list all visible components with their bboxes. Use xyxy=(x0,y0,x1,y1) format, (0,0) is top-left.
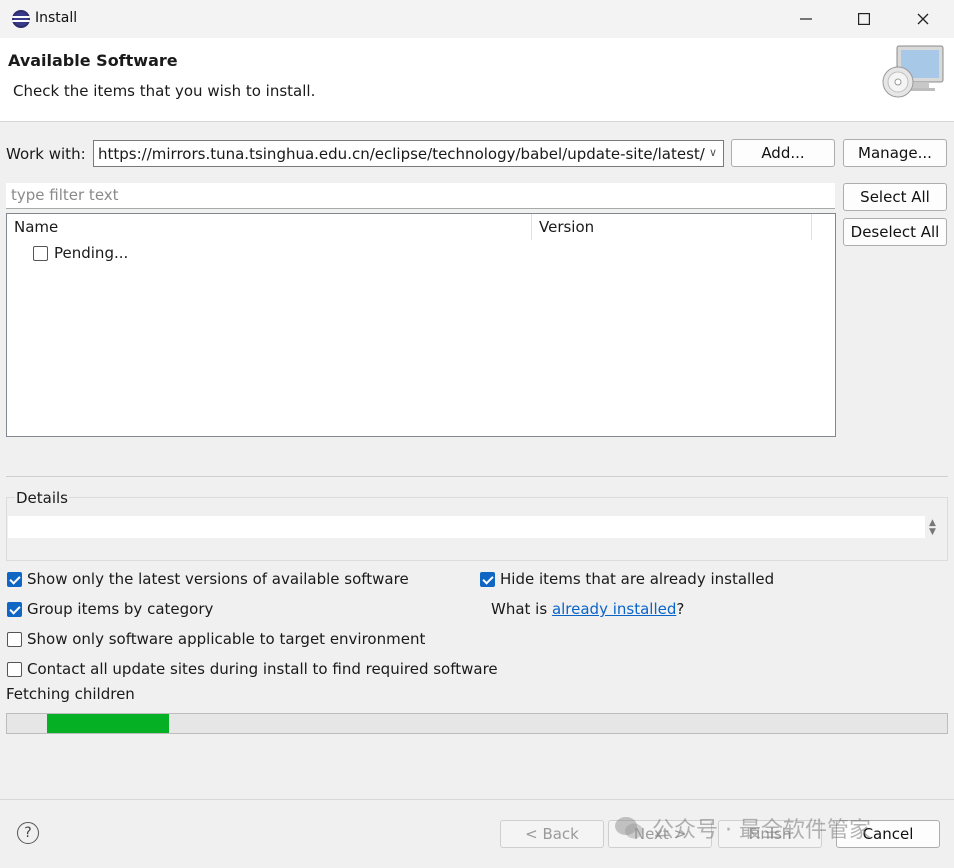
add-site-button[interactable]: Add... xyxy=(731,139,835,167)
already-installed-link[interactable]: already installed xyxy=(552,600,676,618)
checkbox-checked[interactable] xyxy=(480,571,495,587)
window-title: Install xyxy=(35,10,78,26)
filter-input[interactable]: type filter text xyxy=(6,183,835,209)
what-is-prefix: What is xyxy=(491,600,552,618)
page-title: Available Software xyxy=(8,51,178,70)
details-label: Details xyxy=(15,489,70,507)
option-group-by-category[interactable]: Group items by category xyxy=(7,600,213,618)
row-name: Pending... xyxy=(54,244,129,262)
software-tree[interactable]: Name Version Pending... xyxy=(6,213,836,437)
manage-sites-button[interactable]: Manage... xyxy=(843,139,947,167)
checkbox-checked[interactable] xyxy=(7,601,22,617)
what-is-installed: What is already installed? xyxy=(491,600,684,618)
eclipse-icon xyxy=(12,10,30,28)
help-icon[interactable]: ? xyxy=(17,822,39,844)
finish-button[interactable]: Finish xyxy=(718,820,822,848)
column-header-version[interactable]: Version xyxy=(532,214,812,240)
row-checkbox[interactable] xyxy=(33,245,48,261)
scroll-arrows-icon[interactable]: ▲ ▼ xyxy=(929,519,936,537)
page-subtitle: Check the items that you wish to install… xyxy=(13,82,316,100)
option-label: Show only the latest versions of availab… xyxy=(27,570,409,588)
option-contact-update-sites[interactable]: Contact all update sites during install … xyxy=(7,660,498,678)
what-is-suffix: ? xyxy=(676,600,685,618)
option-label: Show only software applicable to target … xyxy=(27,630,426,648)
work-with-label: Work with: xyxy=(6,145,86,163)
work-with-combo[interactable]: https://mirrors.tuna.tsinghua.edu.cn/ecl… xyxy=(93,140,724,167)
cancel-button[interactable]: Cancel xyxy=(836,820,940,848)
details-text xyxy=(8,516,925,538)
chevron-down-icon[interactable]: ∨ xyxy=(709,146,717,159)
footer-divider xyxy=(0,799,954,800)
option-hide-installed[interactable]: Hide items that are already installed xyxy=(480,570,774,588)
option-label: Hide items that are already installed xyxy=(500,570,775,588)
option-label: Group items by category xyxy=(27,600,214,618)
status-text: Fetching children xyxy=(6,685,135,703)
option-target-environment[interactable]: Show only software applicable to target … xyxy=(7,630,425,648)
progress-bar xyxy=(6,713,948,734)
option-latest-versions[interactable]: Show only the latest versions of availab… xyxy=(7,570,409,588)
divider xyxy=(6,476,948,477)
next-button[interactable]: Next > xyxy=(608,820,712,848)
minimize-icon[interactable] xyxy=(777,0,835,38)
checkbox-unchecked[interactable] xyxy=(7,631,22,647)
column-header-name[interactable]: Name xyxy=(7,214,532,240)
option-label: Contact all update sites during install … xyxy=(27,660,498,678)
maximize-icon[interactable] xyxy=(835,0,893,38)
table-row[interactable]: Pending... xyxy=(33,244,128,262)
close-icon[interactable] xyxy=(894,0,952,38)
checkbox-checked[interactable] xyxy=(7,571,22,587)
deselect-all-button[interactable]: Deselect All xyxy=(843,218,947,246)
work-with-value: https://mirrors.tuna.tsinghua.edu.cn/ecl… xyxy=(98,144,705,163)
checkbox-unchecked[interactable] xyxy=(7,661,22,677)
install-cd-icon xyxy=(882,45,944,98)
progress-fill xyxy=(47,714,169,733)
back-button[interactable]: < Back xyxy=(500,820,604,848)
select-all-button[interactable]: Select All xyxy=(843,183,947,211)
